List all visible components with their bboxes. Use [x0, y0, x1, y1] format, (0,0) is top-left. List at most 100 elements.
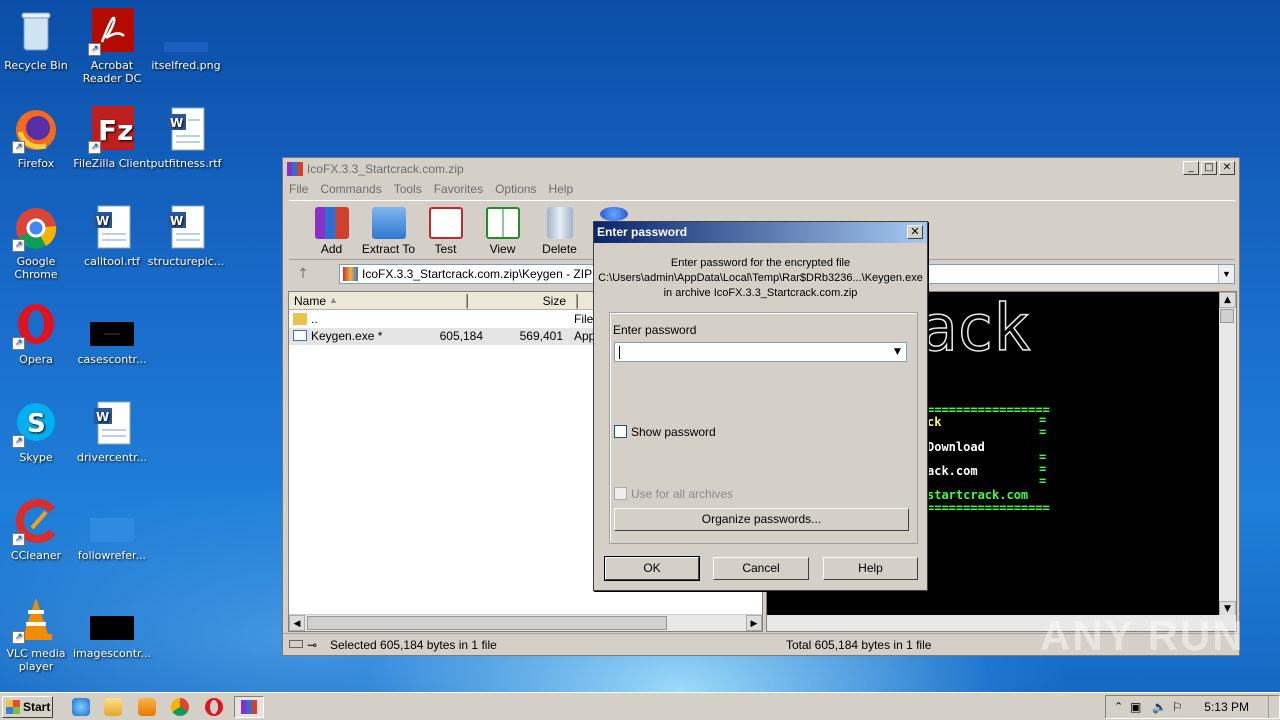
- info-line: C:\Users\admin\AppData\Local\Temp\Rar$DR…: [598, 272, 923, 284]
- desktop-icon-label: followrefer...: [77, 549, 147, 562]
- scroll-thumb[interactable]: [307, 616, 667, 630]
- desktop-icon-opera[interactable]: ↗ Opera: [0, 302, 76, 366]
- winrar-icon: [287, 162, 303, 176]
- show-password-label[interactable]: Show password: [631, 425, 716, 439]
- show-password-checkbox[interactable]: [614, 425, 627, 438]
- help-button[interactable]: Help: [823, 557, 918, 580]
- column-name[interactable]: Name: [294, 294, 326, 308]
- ie-icon[interactable]: [72, 698, 90, 716]
- vlc-icon: ↗: [12, 596, 60, 644]
- skype-icon: S ↗: [12, 400, 60, 448]
- key-icon: ⊸: [307, 638, 318, 652]
- window-titlebar[interactable]: IcoFX.3.3_Startcrack.com.zip: [283, 158, 1239, 180]
- desktop-icon-label: calltool.rtf: [84, 255, 140, 268]
- viewer-line: ck: [927, 415, 942, 430]
- menu-help[interactable]: Help: [548, 182, 573, 196]
- maximize-button[interactable]: □: [1201, 161, 1217, 175]
- shortcut-arrow-icon: ↗: [12, 337, 25, 350]
- media-player-icon[interactable]: [138, 698, 156, 716]
- window-title: IcoFX.3.3_Startcrack.com.zip: [307, 162, 464, 176]
- menu-bar: File Commands Tools Favorites Options He…: [283, 180, 1239, 198]
- desktop-icon-ccleaner[interactable]: ↗ CCleaner: [0, 498, 76, 562]
- shortcut-arrow-icon: ↗: [12, 141, 25, 154]
- desktop-icon-vlc[interactable]: ↗ VLC media player: [0, 596, 76, 673]
- desktop-icon-imagescontr[interactable]: imagescontr...: [72, 596, 152, 660]
- clock[interactable]: 5:13 PM: [1204, 700, 1249, 714]
- password-dialog: Enter password ✕ Enter password for the …: [593, 221, 928, 591]
- menu-favorites[interactable]: Favorites: [434, 182, 483, 196]
- viewer-text: ================= ck Download ack.com st…: [927, 404, 1050, 514]
- use-all-archives-label: Use for all archives: [631, 487, 734, 501]
- show-desktop-button[interactable]: [1268, 696, 1278, 718]
- tool-label: Add: [320, 242, 343, 256]
- cancel-button[interactable]: Cancel: [713, 557, 809, 580]
- tool-view-button[interactable]: View: [474, 201, 531, 259]
- image-file-icon: [88, 302, 136, 350]
- image-file-icon: [88, 498, 136, 546]
- shortcut-arrow-icon: ↗: [12, 239, 25, 252]
- scroll-left-icon[interactable]: ◀: [289, 615, 305, 631]
- desktop-icon-firefox[interactable]: ↗ Firefox: [0, 106, 76, 170]
- menu-tools[interactable]: Tools: [394, 182, 422, 196]
- dialog-title[interactable]: Enter password: [594, 222, 927, 243]
- chevron-down-icon[interactable]: ▼: [889, 343, 906, 361]
- desktop-icon-skype[interactable]: S ↗ Skype: [0, 400, 76, 464]
- dialog-close-button[interactable]: ✕: [907, 225, 923, 239]
- svg-text:W: W: [96, 410, 109, 424]
- close-button[interactable]: ✕: [1219, 161, 1235, 175]
- up-arrow-icon[interactable]: ↑: [289, 266, 317, 282]
- desktop-icon-followrefer[interactable]: followrefer...: [72, 498, 152, 562]
- desktop-icon-putfitness[interactable]: W putfitness.rtf: [146, 106, 226, 170]
- desktop-icon-acrobat[interactable]: ↗ Acrobat Reader DC: [72, 8, 152, 85]
- desktop-icon-structurepic[interactable]: W structurepic...: [146, 204, 226, 268]
- desktop-icon-recycle-bin[interactable]: Recycle Bin: [0, 8, 76, 72]
- start-button[interactable]: Start: [2, 696, 53, 718]
- row-packed: 569,401: [519, 329, 563, 343]
- minimize-button[interactable]: _: [1183, 161, 1199, 175]
- flag-icon[interactable]: ⚐: [1172, 700, 1183, 714]
- recycle-bin-icon: [12, 8, 60, 56]
- password-input[interactable]: ▼: [614, 342, 907, 362]
- menu-commands[interactable]: Commands: [320, 182, 381, 196]
- desktop-icon-itselfred[interactable]: itselfred.png: [146, 8, 226, 72]
- horizontal-scrollbar[interactable]: ◀ ▶: [289, 614, 762, 631]
- viewer-eq: =: [1039, 449, 1047, 464]
- desktop-icon-drivercentr[interactable]: W drivercentr...: [72, 400, 152, 464]
- opera-taskbar-icon[interactable]: [205, 698, 223, 716]
- tool-add-button[interactable]: Add: [303, 201, 360, 259]
- tool-test-button[interactable]: Test: [417, 201, 474, 259]
- viewer-line: =================: [927, 500, 1050, 515]
- filezilla-icon: Fz ↗: [88, 106, 136, 154]
- desktop-icon-casescontr[interactable]: casescontr...: [72, 302, 152, 366]
- organize-passwords-button[interactable]: Organize passwords...: [614, 508, 909, 531]
- add-books-icon: [314, 207, 349, 239]
- tool-delete-button[interactable]: Delete: [531, 201, 588, 259]
- menu-options[interactable]: Options: [495, 182, 536, 196]
- taskbar-winrar-button[interactable]: [234, 696, 264, 718]
- scroll-up-icon[interactable]: ▲: [1219, 292, 1236, 308]
- scroll-right-icon[interactable]: ▶: [746, 615, 762, 631]
- menu-file[interactable]: File: [289, 182, 308, 196]
- scroll-thumb[interactable]: [1220, 309, 1234, 323]
- chrome-taskbar-icon[interactable]: [171, 698, 189, 716]
- desktop-icon-calltool[interactable]: W calltool.rtf: [72, 204, 152, 268]
- column-divider: [575, 294, 578, 308]
- desktop-icon-chrome[interactable]: ↗ Google Chrome: [0, 204, 76, 281]
- chevron-down-icon[interactable]: ▼: [1218, 265, 1234, 283]
- word-doc-icon: W: [88, 204, 136, 252]
- column-size[interactable]: Size: [464, 294, 566, 308]
- desktop-icon-label: structurepic...: [147, 255, 225, 268]
- ok-button[interactable]: OK: [604, 556, 700, 581]
- use-all-archives-checkbox[interactable]: [614, 487, 627, 500]
- tool-extract-button[interactable]: Extract To: [360, 201, 417, 259]
- vertical-scrollbar[interactable]: ▲ ▼: [1219, 292, 1236, 617]
- anyrun-watermark: ANY RUN: [1040, 612, 1245, 659]
- volume-icon[interactable]: 🔈: [1152, 700, 1167, 714]
- tray-expand-icon[interactable]: ⌃: [1114, 700, 1123, 713]
- desktop-icon-filezilla[interactable]: Fz ↗ FileZilla Client: [72, 106, 152, 170]
- word-doc-icon: W: [88, 400, 136, 448]
- explorer-icon[interactable]: [104, 698, 122, 716]
- network-icon[interactable]: ▣: [1130, 700, 1141, 714]
- viewer-line: =================: [927, 403, 1050, 417]
- trash-icon: [546, 207, 573, 239]
